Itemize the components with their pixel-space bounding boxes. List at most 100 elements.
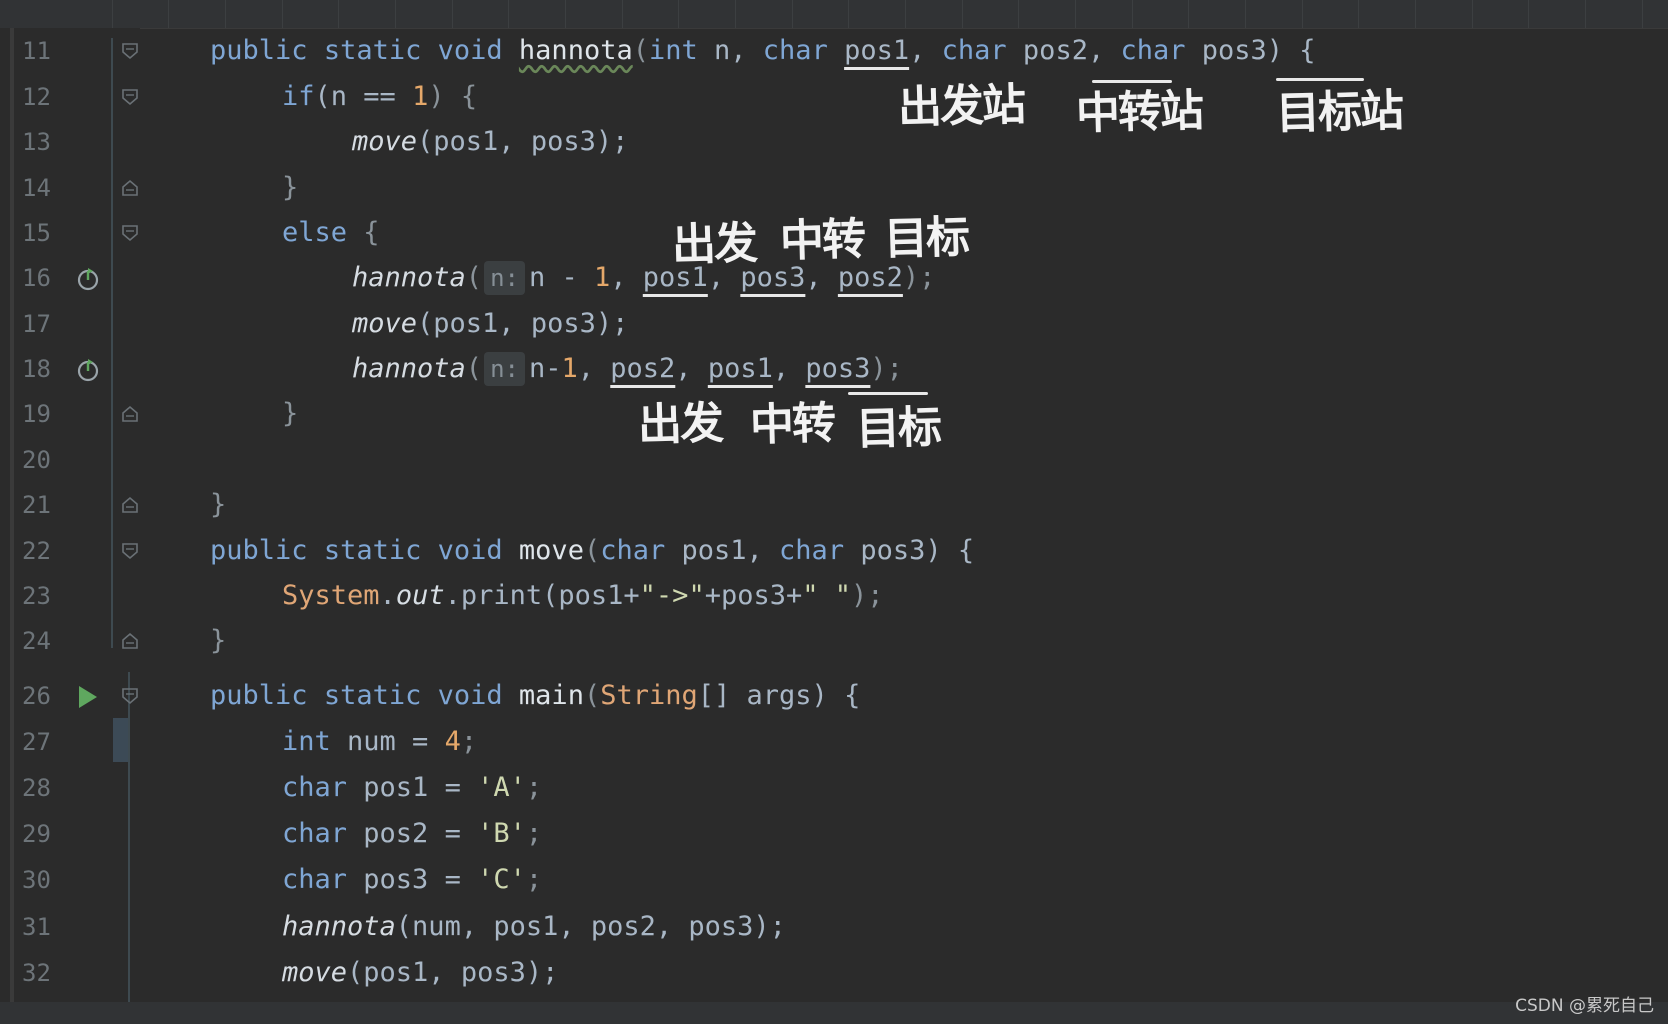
line-number: 28: [22, 774, 51, 802]
number-literal: 1: [594, 262, 611, 293]
code-text[interactable]: char pos3 = 'C';: [282, 860, 542, 900]
fold-arrow-icon[interactable]: [120, 541, 140, 561]
line-number: 31: [22, 913, 51, 941]
strip-divider: [565, 0, 566, 28]
code-line[interactable]: 22 public static void move(char pos1, ch…: [0, 531, 1668, 571]
handwritten-note: 中转站: [1075, 85, 1203, 140]
strip-divider: [395, 0, 396, 28]
fold-end-icon[interactable]: [120, 631, 140, 651]
code-text[interactable]: int num = 4;: [282, 722, 477, 762]
code-line[interactable]: 14 }: [0, 168, 1668, 208]
line-number: 29: [22, 820, 51, 848]
code-text[interactable]: if(n == 1) {: [282, 77, 477, 117]
editor-bottom-strip: [0, 1002, 1668, 1024]
handwritten-note: 出发: [671, 217, 757, 272]
keyword: public: [210, 680, 308, 711]
strip-divider: [735, 0, 736, 28]
line-number: 14: [22, 174, 51, 202]
code-text[interactable]: hannota(num, pos1, pos2, pos3);: [282, 907, 786, 947]
code-token: (n ==: [314, 81, 413, 112]
code-token: {: [347, 217, 380, 248]
code-line[interactable]: 24 }: [0, 621, 1668, 661]
code-text[interactable]: }: [210, 621, 226, 661]
number-literal: 1: [561, 353, 578, 384]
code-text[interactable]: System.out.print(pos1+"->"+pos3+" ");: [282, 576, 884, 616]
code-token: .: [379, 580, 396, 611]
code-line[interactable]: 27 int num = 4;: [0, 722, 1668, 762]
char-literal: 'A': [477, 772, 526, 803]
code-token: (pos1, pos3);: [417, 126, 629, 157]
code-text[interactable]: public static void main(String[] args) {: [210, 676, 860, 716]
code-token: ;: [525, 864, 543, 895]
handwritten-underline: [1276, 78, 1364, 81]
code-line[interactable]: 17 move(pos1, pos3);: [0, 304, 1668, 344]
code-text[interactable]: hannota(n: n-1, pos2, pos1, pos3);: [352, 349, 903, 389]
keyword: else: [282, 217, 348, 248]
code-text[interactable]: char pos2 = 'B';: [282, 814, 542, 854]
code-text[interactable]: move(pos1, pos3);: [352, 304, 628, 344]
keyword: void: [437, 680, 503, 711]
fold-arrow-icon[interactable]: [120, 223, 140, 243]
method-name: main: [518, 680, 584, 711]
line-number: 11: [22, 37, 51, 65]
code-token: pos1 =: [347, 772, 478, 803]
code-text[interactable]: }: [282, 168, 298, 208]
fold-end-icon[interactable]: [120, 404, 140, 424]
strip-divider: [1188, 0, 1189, 28]
code-line[interactable]: 21 }: [0, 485, 1668, 525]
code-line[interactable]: 11 public static void hannota(int n, cha…: [0, 31, 1668, 71]
code-line[interactable]: 28 char pos1 = 'A';: [0, 768, 1668, 808]
code-line[interactable]: 26 public static void main(String[] args…: [0, 676, 1668, 716]
code-token: (: [465, 262, 483, 293]
handwritten-note: 出发: [637, 397, 723, 452]
code-text[interactable]: move(pos1, pos3);: [282, 953, 558, 993]
strip-divider: [452, 0, 453, 28]
code-line[interactable]: 13 move(pos1, pos3);: [0, 122, 1668, 162]
run-arrow-icon[interactable]: [74, 683, 102, 711]
code-text[interactable]: char pos1 = 'A';: [282, 768, 542, 808]
method-call: move: [282, 957, 348, 988]
handwritten-underline: [1092, 80, 1172, 83]
recursive-call-icon[interactable]: [74, 265, 102, 293]
code-line[interactable]: 29 char pos2 = 'B';: [0, 814, 1668, 854]
code-text[interactable]: public static void move(char pos1, char …: [210, 531, 974, 571]
code-token: .print(pos1+: [444, 580, 640, 611]
class-name: System: [282, 580, 380, 611]
fold-arrow-icon[interactable]: [120, 41, 140, 61]
code-line[interactable]: 32 move(pos1, pos3);: [0, 953, 1668, 993]
method-name: hannota: [518, 35, 633, 66]
keyword: char: [282, 818, 348, 849]
strip-divider: [792, 0, 793, 28]
code-token: pos3) {: [844, 535, 975, 566]
code-text[interactable]: else {: [282, 213, 380, 253]
code-text[interactable]: }: [210, 485, 226, 525]
code-line[interactable]: 23 System.out.print(pos1+"->"+pos3+" ");: [0, 576, 1668, 616]
fold-arrow-icon[interactable]: [120, 87, 140, 107]
line-number: 18: [22, 355, 51, 383]
code-line[interactable]: 30 char pos3 = 'C';: [0, 860, 1668, 900]
recursive-call-icon[interactable]: [74, 356, 102, 384]
code-text[interactable]: }: [282, 394, 298, 434]
code-token: n,: [697, 35, 763, 66]
code-token: ,: [577, 353, 611, 384]
code-text[interactable]: move(pos1, pos3);: [352, 122, 628, 162]
strip-divider: [1245, 0, 1246, 28]
fold-arrow-icon[interactable]: [120, 686, 140, 706]
code-token: }: [282, 172, 299, 203]
fold-end-icon[interactable]: [120, 495, 140, 515]
parameter-hint: n:: [484, 261, 525, 295]
code-text[interactable]: public static void hannota(int n, char p…: [210, 31, 1316, 71]
method-call: move: [352, 126, 418, 157]
code-line[interactable]: 12 if(n == 1) {: [0, 77, 1668, 117]
fold-end-icon[interactable]: [120, 178, 140, 198]
code-line[interactable]: 31 hannota(num, pos1, pos2, pos3);: [0, 907, 1668, 947]
underlined-arg: pos2: [610, 353, 676, 384]
number-literal: 4: [444, 726, 461, 757]
code-token: ;: [525, 818, 543, 849]
code-line[interactable]: 18 hannota(n: n-1, pos2, pos1, pos3);: [0, 349, 1668, 389]
keyword: char: [779, 535, 845, 566]
code-token: (pos1, pos3);: [347, 957, 559, 988]
